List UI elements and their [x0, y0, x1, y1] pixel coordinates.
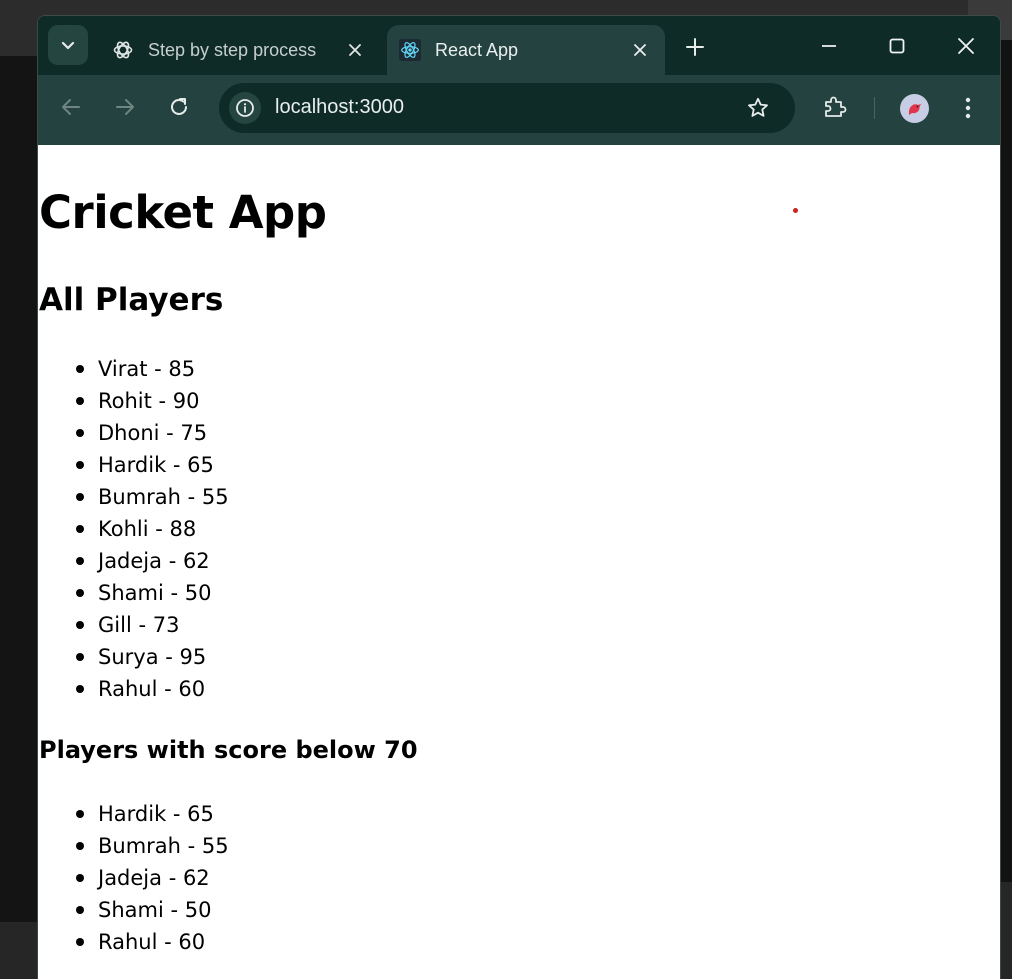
tab-title: React App [435, 39, 519, 60]
list-item: Hardik - 65 [74, 449, 229, 481]
cursor-dot [793, 208, 798, 213]
site-info-button[interactable] [229, 92, 261, 124]
back-button[interactable] [56, 92, 86, 122]
close-icon[interactable] [629, 39, 651, 61]
tab-react-app[interactable]: React App [387, 25, 665, 75]
list-item: Rohit - 90 [74, 385, 229, 417]
page-title: Cricket App [39, 186, 327, 239]
list-item: Dhoni - 75 [74, 417, 229, 449]
reload-button[interactable] [164, 92, 194, 122]
url-text[interactable]: localhost:3000 [275, 96, 404, 119]
plus-icon [686, 38, 704, 56]
below-70-heading: Players with score below 70 [39, 736, 418, 764]
arrow-right-icon [116, 99, 134, 115]
close-icon[interactable] [344, 39, 366, 61]
tab-step-by-step[interactable]: Step by step process [98, 25, 380, 75]
toolbar-divider [874, 97, 875, 119]
desktop-left-area [0, 56, 37, 979]
minimize-icon [822, 45, 836, 47]
list-item: Jadeja - 62 [74, 545, 229, 577]
desktop-right-lower [1001, 882, 1012, 979]
forward-button[interactable] [110, 92, 140, 122]
list-item: Kohli - 88 [74, 513, 229, 545]
bird-avatar-icon [908, 103, 921, 115]
more-vertical-icon [965, 97, 971, 119]
list-item: Surya - 95 [74, 641, 229, 673]
close-icon [958, 38, 974, 54]
page-viewport: Cricket App All Players Virat - 85 Rohit… [38, 145, 1000, 979]
tab-search-button[interactable] [48, 25, 88, 65]
list-item: Bumrah - 55 [74, 830, 229, 862]
window-close-button[interactable] [951, 32, 981, 60]
list-item: Gill - 73 [74, 609, 229, 641]
all-players-heading: All Players [39, 282, 224, 318]
tab-title: Step by step process [148, 39, 317, 60]
list-item: Shami - 50 [74, 577, 229, 609]
tab-strip: Step by step process React App [38, 16, 1000, 76]
bookmark-button[interactable] [745, 95, 771, 121]
list-item: Hardik - 65 [74, 798, 229, 830]
arrow-left-icon [62, 99, 80, 115]
openai-icon [112, 39, 134, 61]
star-icon [748, 97, 768, 117]
list-item: Rahul - 60 [74, 926, 229, 958]
minimize-button[interactable] [814, 32, 844, 60]
desktop-right-area [1001, 40, 1012, 979]
list-item: Bumrah - 55 [74, 481, 229, 513]
below-70-list: Hardik - 65 Bumrah - 55 Jadeja - 62 Sham… [74, 798, 229, 958]
address-bar[interactable]: localhost:3000 [219, 83, 795, 133]
info-icon [236, 99, 254, 117]
extensions-button[interactable] [820, 92, 850, 122]
list-item: Virat - 85 [74, 353, 229, 385]
browser-menu-button[interactable] [954, 93, 982, 123]
puzzle-icon [825, 96, 847, 117]
chevron-down-icon [61, 41, 75, 50]
all-players-list: Virat - 85 Rohit - 90 Dhoni - 75 Hardik … [74, 353, 229, 705]
maximize-button[interactable] [882, 32, 912, 60]
browser-toolbar: localhost:3000 [38, 75, 1000, 145]
browser-window: Step by step process React App localhost… [37, 15, 1001, 979]
maximize-icon [889, 38, 905, 54]
reload-icon [171, 98, 187, 115]
desktop-left-lower [0, 922, 37, 979]
list-item: Rahul - 60 [74, 673, 229, 705]
react-icon [399, 39, 421, 61]
new-tab-button[interactable] [682, 34, 708, 60]
list-item: Shami - 50 [74, 894, 229, 926]
profile-avatar[interactable] [900, 94, 929, 123]
list-item: Jadeja - 62 [74, 862, 229, 894]
